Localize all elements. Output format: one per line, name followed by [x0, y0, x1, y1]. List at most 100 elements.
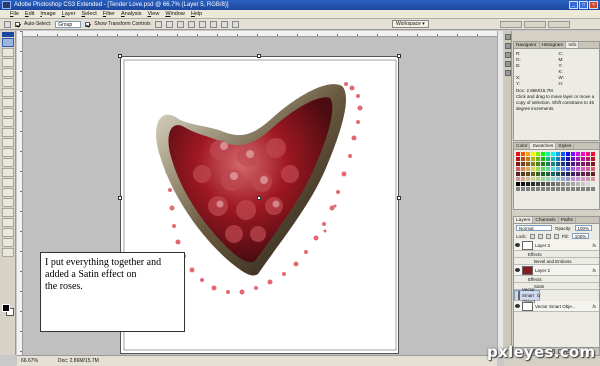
visibility-eye-icon[interactable] — [515, 243, 520, 247]
color-swatch[interactable] — [586, 162, 590, 166]
color-swatch[interactable] — [546, 162, 550, 166]
color-swatch[interactable] — [571, 162, 575, 166]
color-swatch[interactable] — [566, 177, 570, 181]
actions-icon[interactable] — [505, 61, 511, 67]
color-swatch[interactable] — [546, 167, 550, 171]
distribute-h-icon[interactable] — [231, 20, 239, 28]
blend-mode-dropdown[interactable]: Normal — [516, 225, 552, 231]
menu-select[interactable]: Select — [81, 11, 96, 17]
color-swatch[interactable] — [516, 172, 520, 176]
color-swatch[interactable] — [571, 167, 575, 171]
type-tool-icon[interactable] — [2, 188, 14, 197]
color-swatch[interactable] — [526, 177, 530, 181]
slice-tool-icon[interactable] — [2, 88, 14, 97]
align-left-icon[interactable] — [187, 20, 195, 28]
color-swatch[interactable] — [536, 187, 540, 191]
tab-swatches[interactable]: Swatches — [530, 143, 557, 149]
color-swatch[interactable] — [546, 182, 550, 186]
magic-wand-tool-icon[interactable] — [2, 68, 14, 77]
transform-handle[interactable] — [118, 196, 122, 200]
lock-pixels-icon[interactable] — [537, 233, 543, 239]
tool-presets-tab[interactable] — [524, 21, 546, 28]
eraser-tool-icon[interactable] — [2, 138, 14, 147]
color-swatch[interactable] — [531, 187, 535, 191]
hand-tool-icon[interactable] — [2, 238, 14, 247]
fx-icon[interactable]: fx — [537, 293, 541, 299]
close-button[interactable]: × — [589, 1, 598, 9]
align-right-icon[interactable] — [209, 20, 217, 28]
color-swatch[interactable] — [576, 187, 580, 191]
workspace-button[interactable]: Workspace ▾ — [392, 20, 429, 28]
color-swatch[interactable] — [521, 172, 525, 176]
color-swatch[interactable] — [531, 152, 535, 156]
color-swatch[interactable] — [591, 157, 595, 161]
tab-histogram[interactable]: Histogram — [540, 42, 567, 48]
tab-layers[interactable]: Layers — [514, 217, 534, 223]
menu-window[interactable]: Window — [165, 11, 185, 17]
color-swatch[interactable] — [526, 157, 530, 161]
crop-tool-icon[interactable] — [2, 78, 14, 87]
color-swatch[interactable] — [556, 167, 560, 171]
menu-edit[interactable]: Edit — [25, 11, 34, 17]
blur-tool-icon[interactable] — [2, 158, 14, 167]
transform-center-point[interactable] — [257, 196, 261, 200]
visibility-eye-icon[interactable] — [515, 304, 520, 308]
lasso-tool-icon[interactable] — [2, 58, 14, 67]
layer-row[interactable]: Vector Smart Obje... fx — [514, 301, 599, 312]
color-swatch[interactable] — [571, 152, 575, 156]
color-swatch[interactable] — [551, 182, 555, 186]
color-swatch[interactable] — [576, 152, 580, 156]
lock-transparency-icon[interactable] — [529, 233, 535, 239]
color-swatch[interactable] — [556, 162, 560, 166]
color-swatch[interactable] — [541, 172, 545, 176]
effects-row[interactable]: Effects — [514, 276, 599, 283]
tab-info[interactable]: Info — [566, 42, 580, 48]
color-swatch[interactable] — [591, 162, 595, 166]
menu-layer[interactable]: Layer — [62, 11, 76, 17]
transform-handle[interactable] — [397, 196, 401, 200]
color-swatch[interactable] — [526, 167, 530, 171]
color-swatch[interactable] — [566, 162, 570, 166]
color-swatch[interactable] — [536, 152, 540, 156]
color-swatch[interactable] — [556, 172, 560, 176]
lock-position-icon[interactable] — [545, 233, 551, 239]
zoom-tool-icon[interactable] — [2, 248, 14, 257]
shape-tool-icon[interactable] — [2, 208, 14, 217]
menu-image[interactable]: Image — [40, 11, 55, 17]
color-swatch[interactable] — [521, 167, 525, 171]
color-swatch[interactable] — [561, 182, 565, 186]
color-swatch[interactable] — [586, 177, 590, 181]
color-swatch[interactable] — [576, 182, 580, 186]
opacity-field[interactable]: 100% — [574, 225, 593, 231]
color-swatch[interactable] — [516, 187, 520, 191]
color-swatch[interactable] — [546, 157, 550, 161]
color-swatch[interactable] — [516, 157, 520, 161]
layer-row[interactable]: Layer 2 fx — [514, 265, 599, 276]
color-swatch[interactable] — [581, 177, 585, 181]
healing-brush-tool-icon[interactable] — [2, 98, 14, 107]
gradient-tool-icon[interactable] — [2, 148, 14, 157]
layer-comps-tab[interactable] — [548, 21, 570, 28]
color-swatch[interactable] — [521, 187, 525, 191]
color-swatch[interactable] — [546, 187, 550, 191]
color-swatch[interactable] — [556, 152, 560, 156]
color-swatch[interactable] — [516, 182, 520, 186]
color-swatch[interactable] — [556, 157, 560, 161]
color-swatch[interactable] — [521, 177, 525, 181]
color-swatch[interactable] — [576, 167, 580, 171]
tab-styles[interactable]: Styles — [556, 143, 575, 149]
transform-handle[interactable] — [257, 54, 261, 58]
align-middle-icon[interactable] — [165, 20, 173, 28]
color-swatch[interactable] — [566, 182, 570, 186]
path-selection-tool-icon[interactable] — [2, 198, 14, 207]
color-swatch[interactable] — [581, 187, 585, 191]
layer-row[interactable]: Layer 3 fx — [514, 240, 599, 251]
color-swatch[interactable] — [556, 177, 560, 181]
fill-field[interactable]: 100% — [571, 233, 590, 239]
color-swatch[interactable] — [541, 177, 545, 181]
menu-analysis[interactable]: Analysis — [121, 11, 141, 17]
color-swatch[interactable] — [576, 172, 580, 176]
color-swatch[interactable] — [581, 182, 585, 186]
color-swatch[interactable] — [591, 152, 595, 156]
color-swatch[interactable] — [526, 152, 530, 156]
